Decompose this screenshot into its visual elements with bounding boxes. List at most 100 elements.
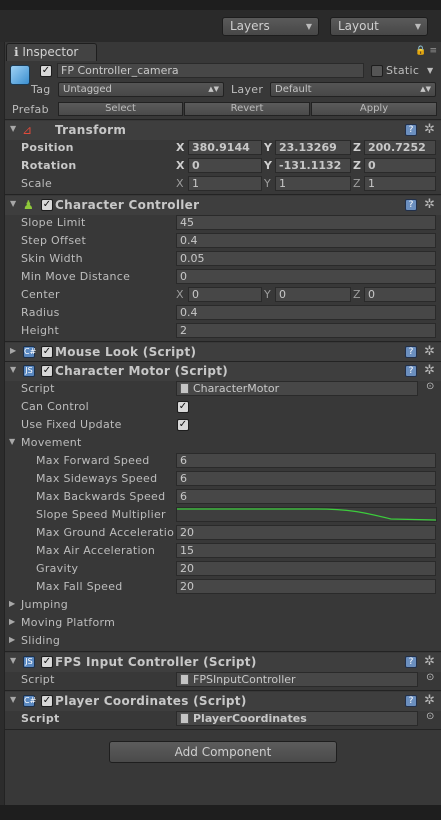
foldout-collapsed-icon[interactable]: ▶	[10, 346, 16, 355]
gear-icon[interactable]: ✲	[424, 363, 435, 378]
foldout-expanded-icon[interactable]: ▼	[10, 365, 16, 374]
script-object-field[interactable]: FPSInputController	[176, 672, 418, 687]
help-icon[interactable]: ?	[405, 199, 417, 211]
rotation-x-field[interactable]: 0	[188, 158, 262, 173]
component-enabled-checkbox[interactable]: ✓	[41, 695, 53, 707]
tab-label: Inspector	[22, 45, 79, 59]
layer-label: Layer	[231, 83, 264, 96]
mouse-look-header[interactable]: ▶ C# ✓ Mouse Look (Script) ? ✲	[5, 343, 441, 362]
help-icon[interactable]: ?	[405, 124, 417, 136]
layout-dropdown[interactable]: Layout ▼	[330, 17, 428, 36]
slope-limit-field[interactable]: 45	[176, 215, 436, 230]
center-z-field[interactable]: 0	[364, 287, 436, 302]
radius-field[interactable]: 0.4	[176, 305, 436, 320]
tag-dropdown[interactable]: Untagged ▲▼	[58, 82, 224, 97]
component-enabled-checkbox[interactable]: ✓	[41, 365, 53, 377]
rotation-y-field[interactable]: -131.1132	[275, 158, 351, 173]
slope-multiplier-label: Slope Speed Multiplier	[36, 508, 166, 521]
gear-icon[interactable]: ✲	[424, 122, 435, 137]
max-sideways-field[interactable]: 6	[176, 471, 436, 486]
max-forward-field[interactable]: 6	[176, 453, 436, 468]
layers-dropdown[interactable]: Layers ▼	[222, 17, 319, 36]
movement-foldout[interactable]: ▼ Movement	[5, 434, 441, 452]
fps-input-header[interactable]: ▼ JS ✓ FPS Input Controller (Script) ? ✲	[5, 653, 441, 672]
script-object-field[interactable]: PlayerCoordinates	[176, 711, 418, 726]
moving-platform-foldout[interactable]: ▶ Moving Platform	[5, 614, 441, 632]
scale-z-field[interactable]: 1	[364, 176, 436, 191]
center-x-field[interactable]: 0	[188, 287, 262, 302]
gravity-field[interactable]: 20	[176, 561, 436, 576]
max-backwards-field[interactable]: 6	[176, 489, 436, 504]
foldout-expanded-icon[interactable]: ▼	[10, 199, 16, 208]
script-file-icon	[180, 713, 189, 724]
skin-width-field[interactable]: 0.05	[176, 251, 436, 266]
gear-icon[interactable]: ✲	[424, 197, 435, 212]
object-picker-icon[interactable]: ⊙	[426, 672, 435, 683]
min-move-field[interactable]: 0	[176, 269, 436, 284]
chevron-down-icon[interactable]: ▼	[427, 66, 433, 75]
character-motor-header[interactable]: ▼ JS ✓ Character Motor (Script) ? ✲	[5, 362, 441, 381]
prefab-apply-button[interactable]: Apply	[311, 102, 437, 116]
help-icon[interactable]: ?	[405, 346, 417, 358]
component-enabled-checkbox[interactable]: ✓	[41, 656, 53, 668]
lock-menu-icon[interactable]: 🔒 ≡	[415, 46, 437, 56]
script-value: FPSInputController	[193, 673, 296, 686]
position-y-field[interactable]: 23.13269	[275, 140, 351, 155]
component-enabled-checkbox[interactable]: ✓	[41, 199, 53, 211]
add-component-button[interactable]: Add Component	[109, 741, 337, 763]
position-x-field[interactable]: 380.9144	[188, 140, 262, 155]
foldout-collapsed-icon[interactable]: ▶	[9, 617, 15, 626]
component-enabled-checkbox[interactable]: ✓	[41, 346, 53, 358]
foldout-collapsed-icon[interactable]: ▶	[9, 635, 15, 644]
prefab-select-button[interactable]: Select	[58, 102, 183, 116]
gravity-row: Gravity 20	[5, 560, 441, 578]
toolbar: Layers ▼ Layout ▼	[0, 10, 441, 42]
jumping-foldout[interactable]: ▶ Jumping	[5, 596, 441, 614]
help-icon[interactable]: ?	[405, 695, 417, 707]
scale-x-field[interactable]: 1	[188, 176, 262, 191]
foldout-collapsed-icon[interactable]: ▶	[9, 599, 15, 608]
foldout-expanded-icon[interactable]: ▼	[10, 124, 16, 133]
gear-icon[interactable]: ✲	[424, 344, 435, 359]
scale-y-field[interactable]: 1	[275, 176, 351, 191]
max-air-accel-field[interactable]: 15	[176, 543, 436, 558]
tab-inspector[interactable]: ℹ Inspector	[6, 43, 97, 61]
height-field[interactable]: 2	[176, 323, 436, 338]
transform-icon: ⊿	[22, 123, 33, 137]
max-backwards-label: Max Backwards Speed	[36, 490, 166, 503]
sliding-foldout[interactable]: ▶ Sliding	[5, 632, 441, 650]
transform-header[interactable]: ▼ ⊿ Transform ? ✲	[5, 121, 441, 140]
use-fixed-update-checkbox[interactable]: ✓	[177, 419, 189, 431]
character-motor-title: Character Motor (Script)	[55, 364, 229, 378]
foldout-expanded-icon[interactable]: ▼	[10, 695, 16, 704]
rotation-z-field[interactable]: 0	[364, 158, 436, 173]
max-ground-accel-field[interactable]: 20	[176, 525, 436, 540]
gear-icon[interactable]: ✲	[424, 654, 435, 669]
help-icon[interactable]: ?	[405, 656, 417, 668]
foldout-expanded-icon[interactable]: ▼	[10, 656, 16, 665]
slope-curve-field[interactable]	[176, 507, 437, 522]
axis-y-label: Y	[264, 177, 271, 190]
step-offset-field[interactable]: 0.4	[176, 233, 436, 248]
gravity-label: Gravity	[36, 562, 79, 575]
foldout-expanded-icon[interactable]: ▼	[9, 437, 15, 446]
prefab-revert-button[interactable]: Revert	[184, 102, 310, 116]
position-z-field[interactable]: 200.7252	[364, 140, 436, 155]
layer-dropdown[interactable]: Default ▲▼	[270, 82, 436, 97]
script-object-field[interactable]: CharacterMotor	[176, 381, 418, 396]
name-field[interactable]: FP Controller_camera	[57, 63, 364, 78]
height-label: Height	[21, 324, 60, 337]
axis-z-label: Z	[353, 141, 361, 154]
center-y-field[interactable]: 0	[275, 287, 351, 302]
static-checkbox[interactable]	[371, 65, 383, 77]
script-label: Script	[21, 382, 55, 395]
object-picker-icon[interactable]: ⊙	[426, 711, 435, 722]
object-picker-icon[interactable]: ⊙	[426, 381, 435, 392]
gear-icon[interactable]: ✲	[424, 693, 435, 708]
can-control-checkbox[interactable]: ✓	[177, 401, 189, 413]
max-fall-field[interactable]: 20	[176, 579, 436, 594]
active-checkbox[interactable]: ✓	[40, 65, 52, 77]
character-controller-header[interactable]: ▼ ♟ ✓ Character Controller ? ✲	[5, 196, 441, 215]
player-coordinates-header[interactable]: ▼ C# ✓ Player Coordinates (Script) ? ✲	[5, 692, 441, 711]
help-icon[interactable]: ?	[405, 365, 417, 377]
